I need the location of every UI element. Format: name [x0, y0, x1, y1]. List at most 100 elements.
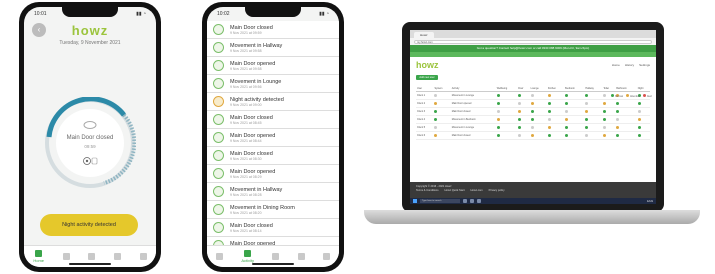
tab-home[interactable]: Home — [33, 250, 44, 263]
status-dot — [496, 109, 500, 113]
table-cell — [517, 115, 530, 124]
activity-dial[interactable] — [44, 97, 136, 189]
activity-list-item[interactable]: Movement in Hallway 9 Nov 2021 at 08:28 — [207, 183, 339, 201]
status-dot — [637, 101, 641, 105]
tab-settings[interactable] — [322, 252, 330, 261]
table-cell — [546, 99, 565, 108]
phone-screen: 10:02 ▮▮ ◔ Main Door closed 9 Nov 2021 at… — [207, 7, 339, 267]
signal-battery-icon: ▮▮ ◔ — [136, 11, 146, 17]
activity-list-item[interactable]: Night activity detected 9 Nov 2021 at 09:… — [207, 93, 339, 111]
status-dot — [565, 109, 569, 113]
activity-list-item[interactable]: Main Door opened9 Nov 2021 at 08:13 — [207, 237, 339, 245]
status-dot — [518, 109, 522, 113]
table-row[interactable]: Client 5 Movement in Lounge — [416, 123, 650, 132]
gear-icon — [322, 252, 330, 260]
table-row[interactable]: Client 4 Movement in Bedroom — [416, 115, 650, 124]
table-cell: Client 1 — [416, 91, 434, 100]
table-cell — [517, 123, 530, 132]
footer-link-privacy[interactable]: Privacy policy — [489, 189, 505, 192]
night-activity-button[interactable]: Night activity detected — [40, 214, 138, 236]
tab-activity[interactable]: Activity — [241, 250, 254, 263]
table-cell — [546, 91, 565, 100]
activity-title: Movement in Lounge — [230, 78, 282, 85]
nav-settings[interactable]: Settings — [639, 63, 650, 67]
table-row[interactable]: Client 2 Main Door opened — [416, 99, 650, 108]
activity-list-item[interactable]: Main Door closed 9 Nov 2021 at 08:45 — [207, 111, 339, 129]
back-button[interactable]: ‹ — [32, 23, 46, 37]
status-dot — [616, 109, 620, 113]
table-cell: Client 2 — [416, 99, 434, 108]
table-cell — [584, 91, 603, 100]
status-dot — [565, 117, 569, 121]
table-row[interactable]: Client 6 Main Door closed — [416, 131, 650, 140]
table-cell — [602, 123, 616, 132]
activity-list-item[interactable]: Main Door closed 9 Nov 2021 at 09:59 — [207, 21, 339, 39]
activity-list-item[interactable]: Movement in Dining Room 9 Nov 2021 at 08:… — [207, 201, 339, 219]
taskbar-app-icon[interactable] — [470, 199, 474, 203]
status-dot — [434, 125, 438, 129]
taskbar-clock: 12:21 — [647, 199, 653, 203]
tab-history[interactable] — [272, 252, 280, 261]
phone-activity-list: 10:02 ▮▮ ◔ Main Door closed 9 Nov 2021 at… — [202, 2, 344, 272]
table-cell — [546, 131, 565, 140]
taskbar-search[interactable]: Type here to search — [420, 199, 460, 203]
door-icon — [213, 42, 224, 53]
activity-list-item[interactable]: Main Door opened 9 Nov 2021 at 09:58 — [207, 57, 339, 75]
footer-link-quickstart[interactable]: Howz Quick Start — [445, 189, 465, 192]
activity-list-item[interactable]: Main Door opened 9 Nov 2021 at 08:44 — [207, 129, 339, 147]
bar-chart-icon — [62, 252, 70, 260]
table-cell — [529, 91, 547, 100]
tab-history[interactable] — [88, 252, 96, 261]
table-cell — [529, 131, 547, 140]
tab-messages[interactable] — [297, 252, 305, 261]
nav-home[interactable]: Home — [612, 63, 620, 67]
add-user-button[interactable]: Add new user — [416, 75, 438, 80]
status-dot — [585, 109, 589, 113]
status-dot — [565, 101, 569, 105]
status-dot — [518, 125, 522, 129]
bar-chart-icon — [244, 250, 252, 257]
activity-list-item[interactable]: Main Door closed 9 Nov 2021 at 08:14 — [207, 219, 339, 237]
activity-title: Main Door closed — [230, 222, 273, 229]
table-cell — [636, 131, 650, 140]
tab-messages[interactable] — [113, 252, 121, 261]
tab-activity[interactable] — [62, 252, 70, 261]
windows-start-icon[interactable] — [413, 199, 417, 203]
taskbar-app-icon[interactable] — [477, 199, 481, 203]
table-cell: Client 4 — [416, 115, 434, 124]
activity-list[interactable]: Main Door closed 9 Nov 2021 at 09:59 Movem… — [207, 21, 339, 245]
door-icon — [213, 186, 224, 197]
table-cell — [495, 99, 518, 108]
table-cell — [495, 115, 518, 124]
windows-taskbar: Type here to search 12:21 — [410, 198, 656, 204]
status-dot — [603, 101, 607, 105]
activity-list-item[interactable]: Main Door closed 9 Nov 2021 at 08:30 — [207, 147, 339, 165]
table-cell: Main Door closed — [450, 131, 496, 140]
table-cell: Client 5 — [416, 123, 434, 132]
taskbar-app-icon[interactable] — [463, 199, 467, 203]
status-dot — [530, 117, 534, 121]
home-icon — [35, 250, 43, 257]
footer-link-terms[interactable]: Terms & Conditions — [416, 189, 439, 192]
activity-list-item[interactable]: Main Door opened 9 Nov 2021 at 08:29 — [207, 165, 339, 183]
status-dot — [616, 133, 620, 137]
tab-settings[interactable] — [139, 252, 147, 261]
footer-link-website[interactable]: Howz.com — [471, 189, 483, 192]
activity-timestamp: 9 Nov 2021 at 08:28 — [230, 192, 262, 197]
activity-list-item[interactable]: Movement in Hallway 9 Nov 2021 at 09:58 — [207, 39, 339, 57]
address-bar[interactable]: my.howz.com — [414, 39, 652, 44]
activity-list-item[interactable]: Movement in Lounge 9 Nov 2021 at 09:56 — [207, 75, 339, 93]
status-dot — [518, 101, 522, 105]
table-cell: Client 3 — [416, 107, 434, 116]
table-cell — [564, 115, 585, 124]
table-row[interactable]: Client 3 Main Door closed — [416, 107, 650, 116]
phone-notch — [62, 7, 118, 17]
site-logo[interactable]: howz — [416, 60, 439, 70]
phone-notch — [245, 7, 301, 17]
tab-home[interactable] — [216, 252, 224, 261]
browser-tab[interactable]: Howz — [414, 32, 434, 38]
door-icon — [213, 150, 224, 161]
status-dot — [565, 93, 569, 97]
laptop-lid: Howz my.howz.com Got a question? Contact… — [402, 22, 664, 212]
nav-history[interactable]: History — [625, 63, 634, 67]
